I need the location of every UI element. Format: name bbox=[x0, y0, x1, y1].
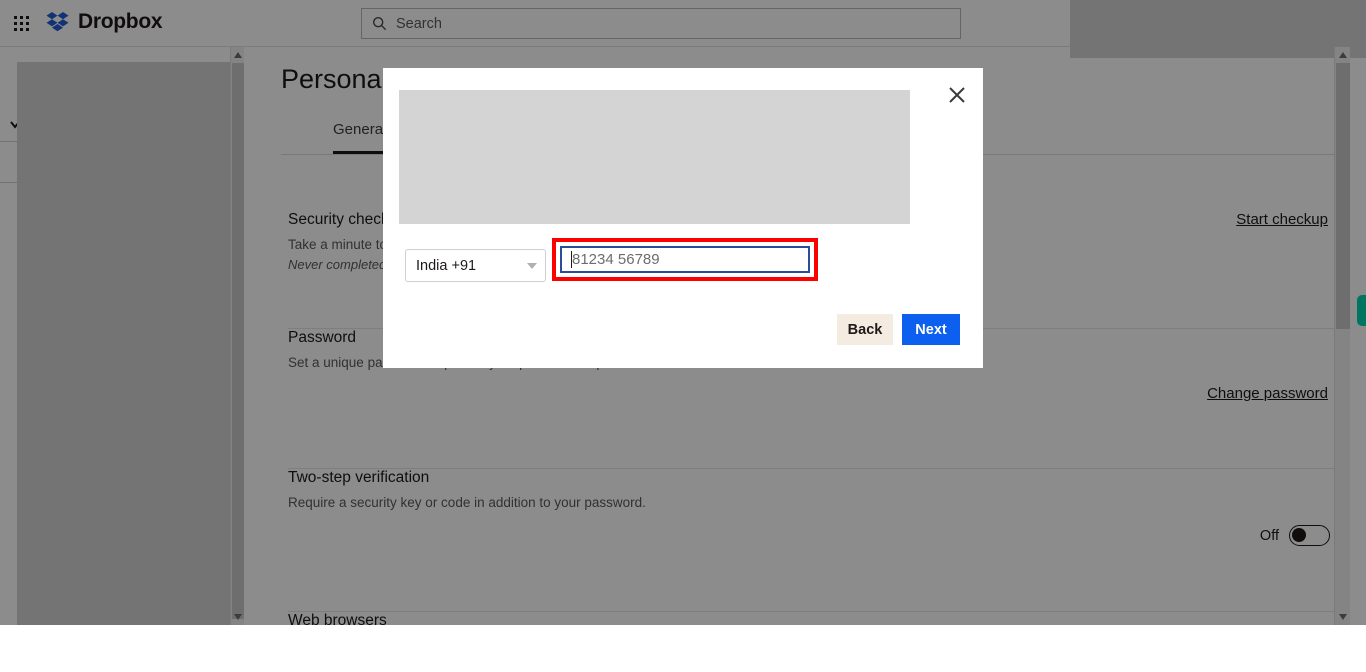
phone-input-placeholder: 81234 56789 bbox=[572, 251, 660, 268]
close-icon[interactable] bbox=[945, 83, 969, 107]
next-button[interactable]: Next bbox=[902, 314, 960, 345]
chevron-down-icon bbox=[527, 262, 537, 269]
phone-input-highlight: 81234 56789 bbox=[552, 238, 818, 281]
country-code-value: India +91 bbox=[416, 257, 477, 274]
phone-number-input[interactable]: 81234 56789 bbox=[560, 246, 810, 273]
back-button[interactable]: Back bbox=[837, 314, 893, 345]
modal-illustration-placeholder bbox=[399, 90, 910, 224]
phone-number-modal: India +91 81234 56789 Back Next bbox=[383, 68, 983, 368]
country-code-select[interactable]: India +91 bbox=[405, 249, 546, 282]
